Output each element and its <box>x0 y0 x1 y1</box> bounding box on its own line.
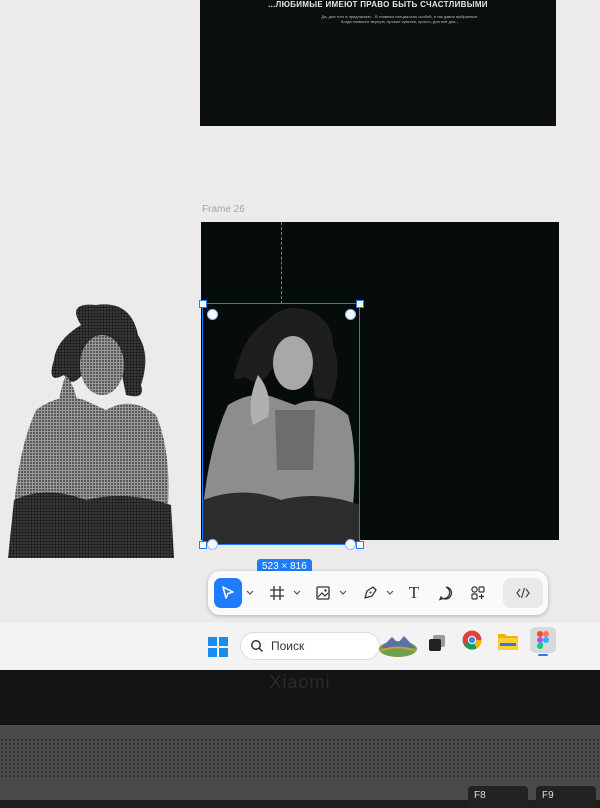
taskbar-search[interactable]: Поиск <box>240 632 380 660</box>
windows-start-button[interactable] <box>208 637 228 662</box>
frame-top-heading: ...ЛЮБИМЫЕ ИМЕЮТ ПРАВО БЫТЬ СЧАСТЛИВЫМИ <box>268 0 488 9</box>
image-tool-button[interactable] <box>309 578 337 608</box>
corner-radius-handle[interactable] <box>345 539 356 550</box>
active-app-indicator <box>538 654 548 656</box>
frame-tool-button[interactable] <box>263 578 291 608</box>
figma-canvas[interactable]: ...ЛЮБИМЫЕ ИМЕЮТ ПРАВО БЫТЬ СЧАСТЛИВЫМИ … <box>0 0 600 620</box>
corner-radius-handle[interactable] <box>345 309 356 320</box>
resize-handle-top-left[interactable] <box>199 300 207 308</box>
actions-tool-button[interactable] <box>464 578 492 608</box>
image-icon <box>316 586 330 600</box>
dev-mode-toggle[interactable] <box>503 578 543 608</box>
resize-handle-bottom-right[interactable] <box>356 541 364 549</box>
selection-box[interactable] <box>202 303 360 545</box>
pen-nib-icon <box>364 586 377 599</box>
search-icon <box>251 640 264 653</box>
chevron-down-icon[interactable] <box>293 587 301 597</box>
comment-bubble-icon <box>438 586 453 601</box>
task-view-icon[interactable] <box>428 634 446 652</box>
frame-top-body: Да, для того в предлагаем... В главном с… <box>321 14 479 24</box>
text-tool-button[interactable]: T <box>400 578 428 608</box>
comment-tool-button[interactable] <box>432 578 460 608</box>
chrome-icon[interactable] <box>462 630 482 650</box>
key-f9[interactable]: F9 <box>536 786 596 808</box>
alignment-guide <box>281 222 282 304</box>
chevron-down-icon[interactable] <box>246 587 254 597</box>
file-explorer-icon[interactable] <box>498 632 518 650</box>
laptop-screen: ...ЛЮБИМЫЕ ИМЕЮТ ПРАВО БЫТЬ СЧАСТЛИВЫМИ … <box>0 0 600 670</box>
figma-icon[interactable] <box>530 627 556 656</box>
key-f8[interactable]: F8 <box>468 786 528 808</box>
search-placeholder: Поиск <box>271 639 305 653</box>
tool-bar: T <box>208 571 548 615</box>
frame-hash-icon <box>270 586 284 600</box>
pen-tool-button[interactable] <box>356 578 384 608</box>
chevron-down-icon[interactable] <box>339 587 347 597</box>
corner-radius-handle[interactable] <box>207 539 218 550</box>
dithered-portrait-image[interactable] <box>6 300 176 558</box>
windows-logo-icon <box>208 637 228 657</box>
key-f8-label: F8 <box>474 790 486 801</box>
resize-handle-top-right[interactable] <box>356 300 364 308</box>
chevron-down-icon[interactable] <box>386 587 394 597</box>
resize-handle-bottom-left[interactable] <box>199 541 207 549</box>
code-brackets-icon <box>516 587 530 599</box>
laptop-brand: Xiaomi <box>269 672 331 692</box>
text-t-icon: T <box>408 583 420 602</box>
cursor-arrow-icon <box>222 586 234 599</box>
speaker-grille <box>0 738 600 778</box>
corner-radius-handle[interactable] <box>207 309 218 320</box>
frame-label[interactable]: Frame 26 <box>202 204 245 215</box>
widgets-icon[interactable] <box>378 632 418 658</box>
key-f9-label: F9 <box>542 790 554 801</box>
shapes-plus-icon <box>471 586 485 600</box>
frame-top[interactable]: ...ЛЮБИМЫЕ ИМЕЮТ ПРАВО БЫТЬ СЧАСТЛИВЫМИ … <box>200 0 556 126</box>
move-tool-button[interactable] <box>214 578 242 608</box>
